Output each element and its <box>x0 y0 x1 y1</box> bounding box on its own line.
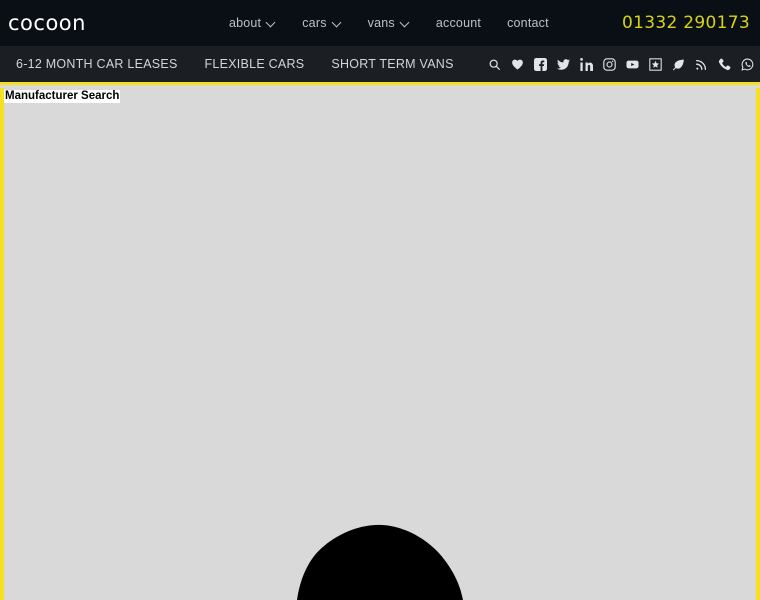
social-icon-bar <box>487 57 754 71</box>
youtube-icon[interactable] <box>625 57 639 71</box>
top-navigation-bar: cocoon about cars vans account contact 0… <box>0 0 760 46</box>
nav-item-vans-label: vans <box>367 16 395 30</box>
leaf-icon[interactable] <box>671 57 685 71</box>
search-icon[interactable] <box>487 57 501 71</box>
heart-icon[interactable] <box>510 57 524 71</box>
nav-item-about[interactable]: about <box>229 16 276 30</box>
primary-navigation: about cars vans account contact <box>229 16 549 30</box>
chevron-down-icon <box>401 19 410 28</box>
chevron-down-icon <box>333 19 342 28</box>
secondary-navigation-bar: 6-12 MONTH CAR LEASES FLEXIBLE CARS SHOR… <box>0 46 760 85</box>
facebook-icon[interactable] <box>533 57 547 71</box>
rss-icon[interactable] <box>694 57 708 71</box>
subnav-item-short-term-vans[interactable]: SHORT TERM VANS <box>331 57 453 71</box>
subnav-item-flexible-cars[interactable]: FLEXIBLE CARS <box>205 57 305 71</box>
twitter-icon[interactable] <box>556 57 570 71</box>
main-content-area: Manufacturer Search <box>0 88 760 600</box>
site-logo[interactable]: cocoon <box>8 12 86 34</box>
linkedin-icon[interactable] <box>579 57 593 71</box>
phone-number-link[interactable]: 01332 290173 <box>622 13 750 33</box>
nav-item-about-label: about <box>228 16 262 30</box>
nav-item-account[interactable]: account <box>436 16 481 30</box>
nav-item-contact[interactable]: contact <box>507 16 549 30</box>
manufacturer-search-title: Manufacturer Search <box>4 90 121 103</box>
nav-item-cars[interactable]: cars <box>302 16 341 30</box>
trustpilot-icon[interactable] <box>648 57 662 71</box>
hero-vehicle-silhouette <box>4 88 756 600</box>
category-navigation: 6-12 MONTH CAR LEASES FLEXIBLE CARS SHOR… <box>16 57 454 71</box>
whatsapp-icon[interactable] <box>740 57 754 71</box>
subnav-item-car-leases[interactable]: 6-12 MONTH CAR LEASES <box>16 57 178 71</box>
page-root: cocoon about cars vans account contact 0… <box>0 0 760 600</box>
chevron-down-icon <box>267 19 276 28</box>
nav-item-account-label: account <box>435 16 482 30</box>
nav-item-vans[interactable]: vans <box>368 16 410 30</box>
phone-icon[interactable] <box>717 57 731 71</box>
instagram-icon[interactable] <box>602 57 616 71</box>
nav-item-cars-label: cars <box>302 16 327 30</box>
nav-item-contact-label: contact <box>507 16 549 30</box>
